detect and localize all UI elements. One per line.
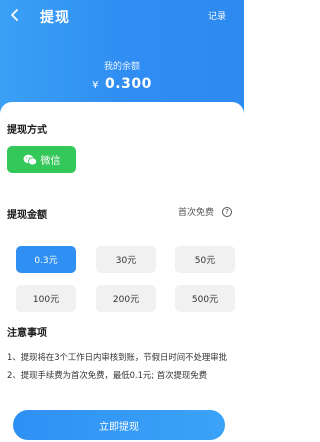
- withdraw-method-title: 提现方式: [7, 125, 47, 136]
- help-icon[interactable]: ?: [222, 206, 232, 217]
- balance-amount: ¥0.300: [0, 76, 244, 92]
- record-link[interactable]: 记录: [208, 9, 226, 22]
- amount-option-500[interactable]: 500元: [175, 285, 235, 312]
- amount-option-100[interactable]: 100元: [16, 285, 76, 312]
- currency-symbol: ¥: [92, 80, 100, 91]
- back-arrow-icon[interactable]: [6, 6, 24, 24]
- note-item: 1、提现将在3个工作日内审核到账，节假日时间不处理审批: [7, 352, 228, 362]
- amount-option-200[interactable]: 200元: [96, 285, 156, 312]
- amount-option-50[interactable]: 50元: [175, 246, 235, 273]
- wechat-icon: [23, 154, 37, 165]
- amount-option-0-3[interactable]: 0.3元: [16, 246, 76, 273]
- first-free-hint: 首次免费 ?: [178, 205, 232, 218]
- amount-option-30[interactable]: 30元: [96, 246, 156, 273]
- first-free-label: 首次免费: [177, 208, 214, 218]
- withdraw-submit-button[interactable]: 立即提现: [13, 410, 225, 440]
- withdraw-amount-title: 提现金额: [7, 210, 47, 221]
- wechat-label: 微信: [40, 156, 61, 167]
- wechat-pay-button[interactable]: 微信: [7, 146, 76, 173]
- balance-label: 我的余额: [103, 62, 140, 72]
- notes-title: 注意事项: [7, 328, 47, 339]
- balance-value: 0.300: [105, 76, 152, 92]
- page-title: 提现: [40, 10, 70, 26]
- note-item: 2、提现手续费为首次免费，最低0.1元; 首次提现免费: [7, 370, 208, 380]
